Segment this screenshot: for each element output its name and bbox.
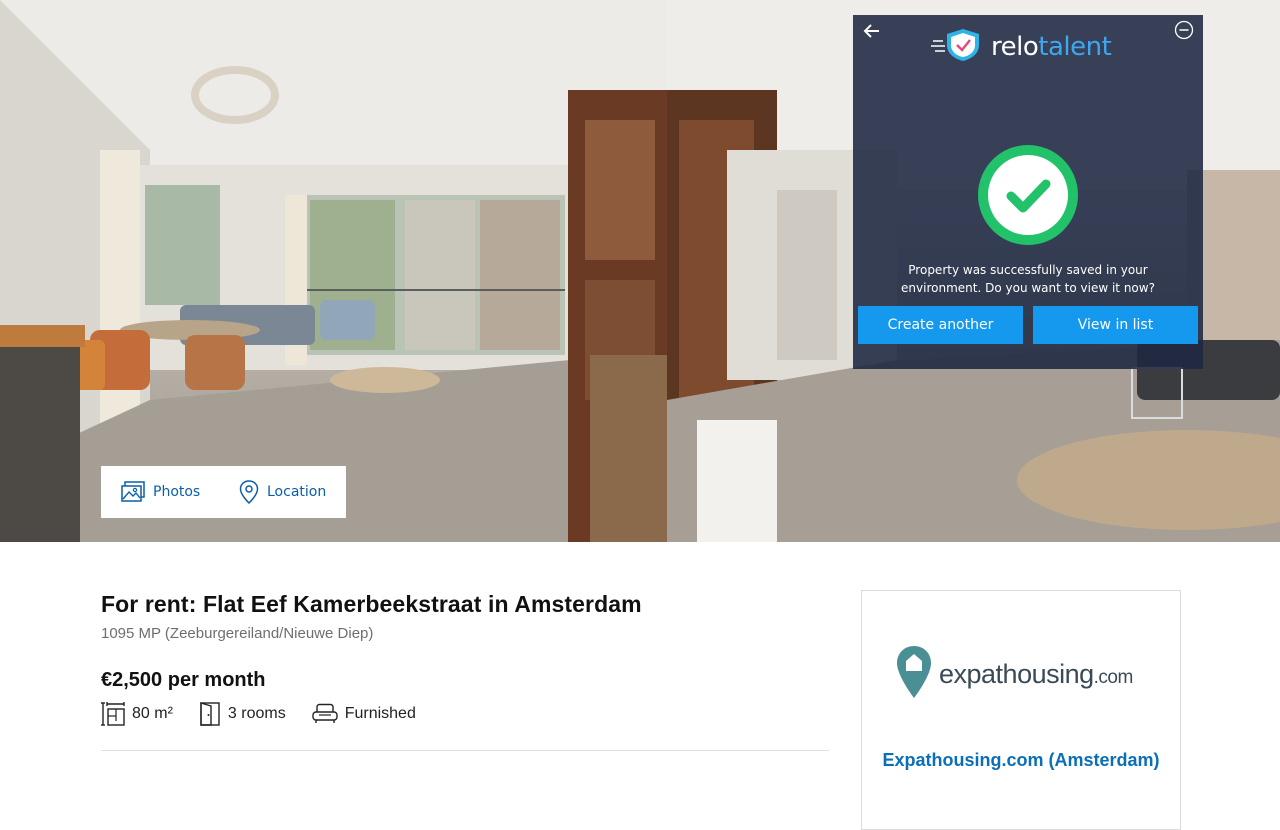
listing-title: For rent: Flat Eef Kamerbeekstraat in Am…: [101, 591, 642, 617]
house-pin-icon: [895, 644, 933, 704]
agent-name-link[interactable]: Expathousing.com (Amsterdam): [862, 748, 1180, 772]
photos-tab[interactable]: Photos: [121, 481, 239, 503]
minimize-icon[interactable]: [1174, 20, 1194, 40]
listing-features: 80 m² 3 rooms Furnished: [101, 701, 442, 727]
rooms-door-icon: [199, 702, 221, 726]
agent-card: expathousing.com Expathousing.com (Amste…: [861, 590, 1181, 830]
feature-rooms: 3 rooms: [199, 702, 286, 726]
relotalent-popup: relotalent Property was successfully sav…: [853, 15, 1203, 369]
feature-furnished-label: Furnished: [344, 705, 416, 722]
location-pin-icon: [239, 480, 259, 504]
relotalent-logo: relotalent: [931, 27, 1112, 67]
photos-tab-label: Photos: [153, 484, 201, 500]
sofa-icon: [312, 703, 338, 725]
view-in-list-button[interactable]: View in list: [1033, 306, 1198, 344]
photos-icon: [121, 481, 145, 503]
section-divider: [101, 750, 829, 751]
back-arrow-icon[interactable]: [862, 21, 882, 41]
expathousing-logo[interactable]: expathousing.com: [895, 644, 1133, 704]
success-message: Property was successfully saved in your …: [901, 263, 1155, 295]
living-room-photo[interactable]: [0, 0, 667, 542]
listing-price: €2,500 per month: [101, 669, 266, 691]
feature-area: 80 m²: [101, 701, 173, 727]
floor-area-icon: [101, 701, 125, 727]
location-tab[interactable]: Location: [239, 480, 326, 504]
expathousing-wordmark: expathousing.com: [939, 658, 1133, 689]
create-another-button[interactable]: Create another: [858, 306, 1023, 344]
success-check-icon: [978, 145, 1078, 245]
feature-furnished: Furnished: [312, 703, 416, 725]
feature-rooms-label: 3 rooms: [227, 705, 286, 722]
media-tabs: Photos Location: [101, 466, 346, 518]
listing-address: 1095 MP (Zeeburgereiland/Nieuwe Diep): [101, 625, 374, 642]
location-tab-label: Location: [267, 484, 327, 500]
relotalent-wordmark: relotalent: [991, 32, 1112, 62]
feature-area-label: 80 m²: [132, 705, 173, 722]
shield-check-icon: [931, 27, 983, 67]
